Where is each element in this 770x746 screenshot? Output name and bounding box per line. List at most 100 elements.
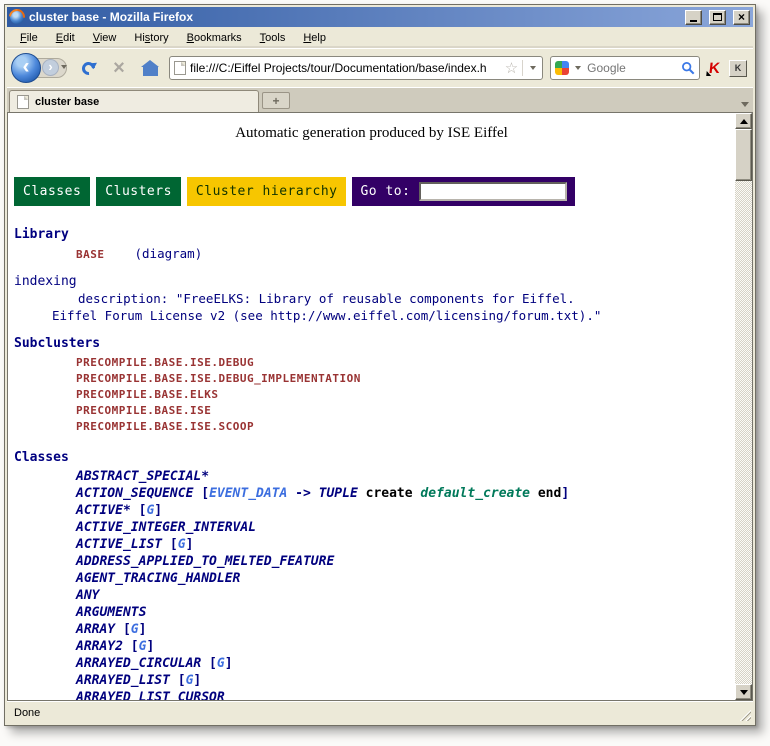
scroll-down-button[interactable] (735, 684, 752, 700)
class-link[interactable]: ARRAY2 (76, 639, 123, 654)
url-input[interactable] (190, 61, 501, 75)
scroll-up-button[interactable] (735, 113, 752, 129)
punctuation: ] (193, 673, 201, 688)
subcluster-link[interactable]: PRECOMPILE.BASE.ISE (14, 403, 735, 419)
menu-item-text: E (56, 32, 63, 44)
search-input[interactable] (587, 61, 678, 75)
class-link[interactable]: ARRAYED_LIST (76, 673, 170, 688)
class-entry: ARRAY [G] (14, 621, 735, 638)
vertical-scrollbar[interactable] (735, 113, 752, 700)
class-entry: ARRAYED_CIRCULAR [G] (14, 655, 735, 672)
url-dropdown-icon[interactable] (530, 66, 536, 70)
class-entry: ACTION_SEQUENCE [EVENT_DATA -> TUPLE cre… (14, 485, 735, 502)
tab-list-dropdown-icon[interactable] (741, 102, 749, 107)
subcluster-link[interactable]: PRECOMPILE.BASE.ISE.DEBUG (14, 355, 735, 371)
maximize-icon (713, 13, 722, 21)
scrollbar-thumb[interactable] (735, 129, 752, 181)
library-heading: Library (14, 227, 735, 242)
class-link[interactable]: ARRAY (76, 622, 115, 637)
minimize-button[interactable] (685, 10, 702, 25)
browser-content: Automatic generation produced by ISE Eif… (7, 112, 753, 701)
subcluster-link[interactable]: PRECOMPILE.BASE.ISE.SCOOP (14, 419, 735, 435)
punctuation: [ (193, 486, 209, 501)
class-link[interactable]: ADDRESS_APPLIED_TO_MELTED_FEATURE (76, 554, 334, 569)
class-entry: ADDRESS_APPLIED_TO_MELTED_FEATURE (14, 553, 735, 570)
subcluster-link[interactable]: PRECOMPILE.BASE.ELKS (14, 387, 735, 403)
goto-input[interactable] (419, 182, 567, 201)
menu-item-file[interactable]: File (11, 29, 47, 47)
firefox-icon (10, 10, 24, 24)
clusters-button[interactable]: Clusters (96, 177, 181, 206)
menu-item-bookmarks[interactable]: Bookmarks (178, 29, 251, 47)
class-link[interactable]: ACTION_SEQUENCE (76, 486, 193, 501)
scrollbar-track[interactable] (735, 181, 752, 684)
class-link[interactable]: AGENT_TRACING_HANDLER (76, 571, 240, 586)
firefox-window: cluster base - Mozilla Firefox × FileEdi… (4, 4, 756, 726)
class-entry: ACTIVE_LIST [G] (14, 536, 735, 553)
menu-item-text: ools (265, 32, 285, 44)
feature-link[interactable]: default_create (420, 486, 530, 501)
search-magnifier-icon[interactable] (681, 61, 695, 75)
resize-grip[interactable] (738, 708, 751, 721)
stop-button[interactable]: × (107, 55, 131, 81)
menu-item-edit[interactable]: Edit (47, 29, 84, 47)
home-button[interactable] (138, 55, 162, 81)
class-entry: ACTIVE_INTEGER_INTERVAL (14, 519, 735, 536)
back-button[interactable]: ‹ (11, 53, 41, 83)
generic-param-link[interactable]: G (131, 622, 139, 637)
reload-button[interactable] (76, 55, 100, 81)
menu-item-help[interactable]: Help (294, 29, 335, 47)
class-link[interactable]: ARGUMENTS (76, 605, 146, 620)
address-separator (522, 60, 523, 76)
class-link[interactable]: ANY (76, 588, 99, 603)
subcluster-link[interactable]: PRECOMPILE.BASE.ISE.DEBUG_IMPLEMENTATION (14, 371, 735, 387)
bookmark-star-icon[interactable]: ☆ (505, 61, 518, 76)
generic-param-link[interactable]: G (178, 537, 186, 552)
history-dropdown-icon[interactable] (61, 65, 67, 69)
menu-item-view[interactable]: View (84, 29, 126, 47)
forward-button[interactable]: › (42, 59, 59, 76)
class-link[interactable]: ACTIVE_INTEGER_INTERVAL (76, 520, 256, 535)
class-link[interactable]: TUPLE (319, 486, 358, 501)
engine-dropdown-icon[interactable] (575, 66, 581, 70)
tab-cluster-base[interactable]: cluster base (9, 90, 259, 112)
new-tab-button[interactable]: + (262, 92, 290, 109)
menu-item-history[interactable]: History (125, 29, 177, 47)
punctuation: -> (287, 486, 318, 501)
address-bar[interactable]: ☆ (169, 56, 543, 80)
punctuation: [ (170, 673, 186, 688)
title-bar[interactable]: cluster base - Mozilla Firefox × (7, 7, 753, 27)
punctuation: ] (146, 639, 154, 654)
maximize-button[interactable] (709, 10, 726, 25)
class-entry: ARRAY2 [G] (14, 638, 735, 655)
class-link[interactable]: ACTIVE* (76, 503, 131, 518)
cluster-hierarchy-button[interactable]: Cluster hierarchy (187, 177, 347, 206)
library-link[interactable]: BASE (76, 248, 105, 261)
tab-bar: cluster base + (7, 87, 753, 112)
close-button[interactable]: × (733, 10, 750, 25)
menu-item-text: V (93, 32, 100, 44)
class-link[interactable]: ARRAYED_LIST_CURSOR (76, 690, 225, 700)
class-link[interactable]: ACTIVE_LIST (76, 537, 162, 552)
generic-param-link[interactable]: G (217, 656, 225, 671)
punctuation: [ (131, 503, 147, 518)
k-extension-button[interactable]: K (729, 60, 747, 77)
class-link[interactable]: ARRAYED_CIRCULAR (76, 656, 201, 671)
indexing-license: Eiffel Forum License v2 (see http://www.… (14, 308, 735, 323)
menu-item-text: ile (27, 32, 38, 44)
keyword: end (538, 486, 561, 501)
doc-toolbar: Classes Clusters Cluster hierarchy Go to… (14, 177, 735, 206)
generic-param-link[interactable]: EVENT_DATA (209, 486, 287, 501)
class-entry: ARRAYED_LIST [G] (14, 672, 735, 689)
menu-item-tools[interactable]: Tools (251, 29, 295, 47)
menu-item-text: Hi (134, 32, 144, 44)
classes-button[interactable]: Classes (14, 177, 90, 206)
indexing-heading: indexing (14, 274, 735, 289)
subclusters-list: PRECOMPILE.BASE.ISE.DEBUGPRECOMPILE.BASE… (14, 355, 735, 435)
class-link[interactable]: ABSTRACT_SPECIAL* (76, 469, 209, 484)
kaspersky-icon[interactable]: K (706, 60, 723, 77)
library-entry: BASE (diagram) (14, 246, 735, 261)
diagram-link[interactable]: (diagram) (135, 246, 203, 261)
search-box[interactable] (550, 56, 700, 80)
google-search-engine-icon[interactable] (555, 61, 569, 75)
